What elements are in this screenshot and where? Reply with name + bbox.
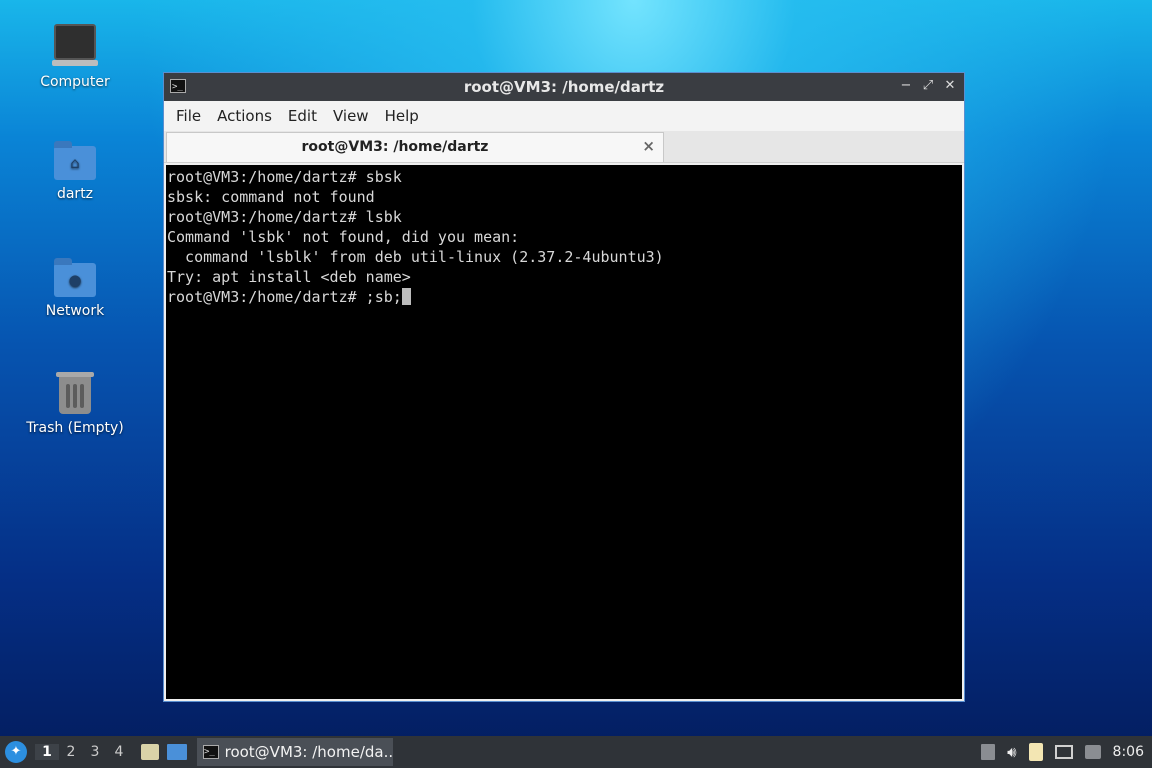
tab-label: root@VM3: /home/dartz [301,139,489,155]
tray-app-icon[interactable] [981,744,996,760]
menu-file[interactable]: File [168,107,209,125]
minimize-icon[interactable]: − [898,77,914,95]
terminal-line: sbsk: command not found [167,188,375,206]
computer-icon [52,24,98,66]
desktop-icon-home-folder[interactable]: ⌂ dartz [20,141,130,202]
network-icon[interactable] [1054,745,1073,759]
terminal-line: root@VM3:/home/dartz# sbsk [167,168,402,186]
menu-actions[interactable]: Actions [209,107,280,125]
terminal-line: command 'lsblk' from deb util-linux (2.3… [167,248,664,266]
menubar: File Actions Edit View Help [164,101,964,131]
desktop-icon-label: Computer [40,74,110,90]
notification-icon[interactable] [1084,745,1101,759]
desktop-icon-label: Network [45,303,105,319]
taskbar: ✦ 1 2 3 4 >_ root@VM3: /home/da... 🔊︎ 8:… [0,736,1152,768]
terminal-prompt-line[interactable]: root@VM3:/home/dartz# ;sb; [167,287,962,307]
desktop-icon-network[interactable]: ● Network [20,258,130,319]
prompt-text: root@VM3:/home/dartz# ;sb; [167,288,402,306]
window-title: root@VM3: /home/dartz [463,78,665,96]
text-cursor [401,288,411,305]
system-tray: 🔊︎ 8:06 [981,743,1152,761]
window-titlebar[interactable]: >_ root@VM3: /home/dartz − ⤢ ✕ [164,73,964,101]
clock[interactable]: 8:06 [1113,744,1144,760]
workspace-2[interactable]: 2 [59,744,83,760]
tab-close-icon[interactable]: × [642,137,655,155]
terminal-task-icon: >_ [203,745,219,759]
clipboard-icon[interactable] [1028,743,1043,761]
terminal-output[interactable]: root@VM3:/home/dartz# sbsk sbsk: command… [166,165,962,699]
maximize-icon[interactable]: ⤢ [920,77,936,95]
workspace-switcher: 1 2 3 4 [35,744,131,760]
network-folder-icon: ● [54,258,96,297]
taskbar-task-terminal[interactable]: >_ root@VM3: /home/da... [197,738,393,766]
close-icon[interactable]: ✕ [942,77,958,95]
desktop-icon-label: Trash (Empty) [26,420,124,436]
volume-icon[interactable]: 🔊︎ [1007,743,1016,761]
tab-bar: root@VM3: /home/dartz × [164,131,964,163]
trash-icon [56,372,94,414]
show-desktop-icon[interactable] [167,744,187,760]
terminal-line: Try: apt install <deb name> [167,268,411,286]
desktop-icon-label: dartz [56,186,94,202]
tab-terminal[interactable]: root@VM3: /home/dartz × [166,132,664,162]
menu-view[interactable]: View [325,107,377,125]
workspace-1[interactable]: 1 [35,744,59,760]
menu-help[interactable]: Help [377,107,427,125]
desktop-icon-computer[interactable]: Computer [20,24,130,90]
terminal-line: Command 'lsbk' not found, did you mean: [167,228,520,246]
desktop-icon-trash[interactable]: Trash (Empty) [20,372,130,436]
start-menu-icon[interactable]: ✦ [5,741,27,763]
terminal-app-icon: >_ [170,79,186,93]
task-label: root@VM3: /home/da... [224,743,393,761]
workspace-4[interactable]: 4 [107,744,131,760]
terminal-window[interactable]: >_ root@VM3: /home/dartz − ⤢ ✕ File Acti… [163,72,965,702]
home-folder-icon: ⌂ [54,141,96,180]
file-manager-icon[interactable] [141,744,159,760]
workspace-3[interactable]: 3 [83,744,107,760]
menu-edit[interactable]: Edit [280,107,325,125]
terminal-line: root@VM3:/home/dartz# lsbk [167,208,402,226]
